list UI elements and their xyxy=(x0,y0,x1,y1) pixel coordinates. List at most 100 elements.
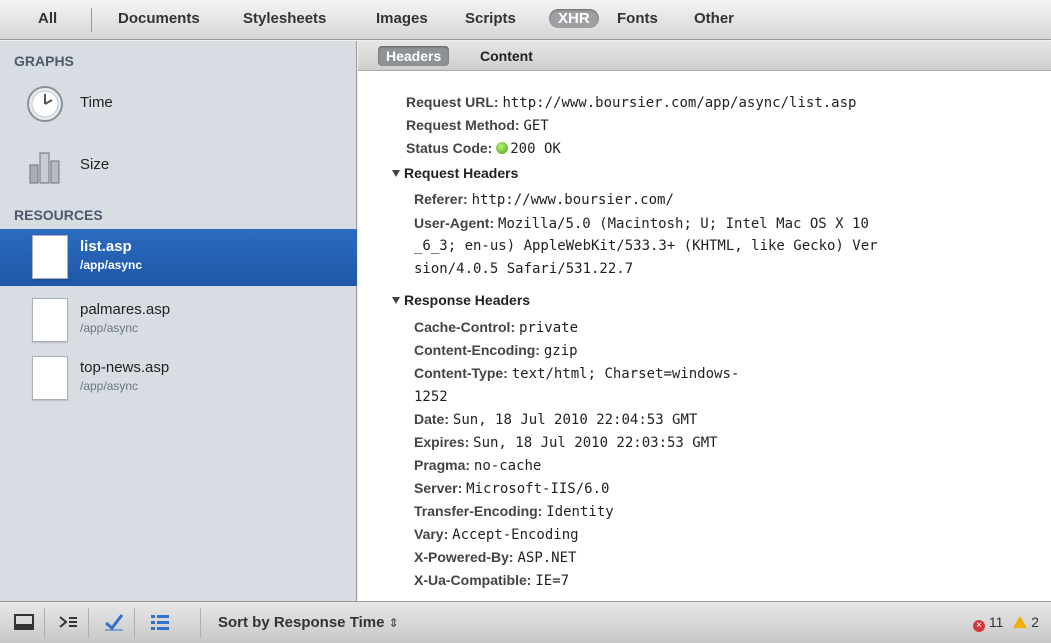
resource-detail-panel: Headers Content Request URL: http://www.… xyxy=(358,41,1051,601)
header-key: Vary: xyxy=(414,526,449,542)
document-icon xyxy=(32,356,68,400)
error-warning-counts[interactable]: × 11 2 xyxy=(972,614,1039,632)
resource-filter-bar: All Documents Stylesheets Images Scripts… xyxy=(0,0,1051,40)
statusbar-separator xyxy=(134,608,135,638)
request-headers-title: Request Headers xyxy=(404,165,519,181)
filter-fonts[interactable]: Fonts xyxy=(617,10,658,27)
disclosure-triangle-icon xyxy=(392,297,400,304)
response-header-row: Expires: Sun, 18 Jul 2010 22:03:53 GMT xyxy=(414,434,718,451)
header-value: private xyxy=(519,320,579,336)
request-url-key: Request URL: xyxy=(406,94,499,110)
filter-stylesheets[interactable]: Stylesheets xyxy=(243,10,326,27)
detail-tab-bar: Headers Content xyxy=(358,41,1051,71)
list-view-icon[interactable] xyxy=(150,613,170,631)
document-icon xyxy=(32,298,68,342)
response-header-row: Content-Type: text/html; Charset=windows… xyxy=(414,365,739,382)
header-value: Sun, 18 Jul 2010 22:03:53 GMT xyxy=(473,435,718,451)
sort-by-select[interactable]: Sort by Response Time ⇕ xyxy=(218,614,399,631)
referer-row: Referer: http://www.boursier.com/ xyxy=(414,191,674,208)
filter-images[interactable]: Images xyxy=(376,10,428,27)
disclosure-triangle-icon xyxy=(392,170,400,177)
header-value: Accept-Encoding xyxy=(452,527,579,543)
filter-all[interactable]: All xyxy=(38,10,57,27)
header-key: Cache-Control: xyxy=(414,319,516,335)
resource-name: list.asp xyxy=(80,238,132,255)
resource-path: /app/async xyxy=(80,379,139,393)
resource-item-list-asp[interactable]: list.asp /app/async xyxy=(0,229,357,286)
header-value: gzip xyxy=(543,343,578,359)
header-value: Sun, 18 Jul 2010 22:04:53 GMT xyxy=(452,412,698,428)
response-header-row: Transfer-Encoding: Identity xyxy=(414,503,614,520)
request-headers-toggle[interactable]: Request Headers xyxy=(392,165,518,181)
resource-name: palmares.asp xyxy=(80,301,171,318)
dock-to-window-icon[interactable] xyxy=(14,613,34,631)
tab-headers[interactable]: Headers xyxy=(378,46,450,66)
resource-item-palmares-asp[interactable]: palmares.asp /app/async xyxy=(0,292,357,349)
resource-path: /app/async xyxy=(80,321,139,335)
user-agent-value-line3: sion/4.0.5 Safari/531.22.7 xyxy=(414,261,634,277)
filter-xhr[interactable]: XHR xyxy=(549,9,599,28)
error-icon: × xyxy=(972,620,985,632)
graph-item-time[interactable]: Time xyxy=(26,79,326,129)
bottom-status-bar: Sort by Response Time ⇕ × 11 2 xyxy=(0,601,1051,643)
header-value: IE=7 xyxy=(535,573,570,589)
header-value: Microsoft-IIS/6.0 xyxy=(466,481,610,497)
error-count: 11 xyxy=(988,614,1004,630)
header-key: Expires: xyxy=(414,434,470,450)
statusbar-separator xyxy=(44,608,45,638)
size-bars-icon xyxy=(29,152,60,184)
user-agent-row: User-Agent: Mozilla/5.0 (Macintosh; U; I… xyxy=(414,215,869,232)
header-value: Identity xyxy=(546,504,614,520)
graph-item-size[interactable]: Size xyxy=(26,141,326,191)
user-agent-value-line2: _6_3; en-us) AppleWebKit/533.3+ (KHTML, … xyxy=(414,238,878,254)
filter-separator xyxy=(91,8,92,32)
response-header-row: Pragma: no-cache xyxy=(414,457,541,474)
response-header-row: X-Powered-By: ASP.NET xyxy=(414,549,576,566)
referer-value: http://www.boursier.com/ xyxy=(471,192,674,208)
header-key: Pragma: xyxy=(414,457,471,473)
response-header-row: Cache-Control: private xyxy=(414,319,578,336)
header-key: X-Ua-Compatible: xyxy=(414,572,532,588)
status-code-value: 200 OK xyxy=(510,141,561,157)
warning-icon xyxy=(1013,616,1028,628)
request-url-row: Request URL: http://www.boursier.com/app… xyxy=(406,94,856,111)
user-agent-value-line1: Mozilla/5.0 (Macintosh; U; Intel Mac OS … xyxy=(498,216,869,232)
response-header-row: X-Ua-Compatible: IE=7 xyxy=(414,572,569,589)
statusbar-separator xyxy=(200,608,201,638)
resource-item-top-news-asp[interactable]: top-news.asp /app/async xyxy=(0,350,357,407)
tab-content[interactable]: Content xyxy=(472,46,541,66)
header-key: Transfer-Encoding: xyxy=(414,503,543,519)
user-agent-key: User-Agent: xyxy=(414,215,495,231)
filter-documents[interactable]: Documents xyxy=(118,10,200,27)
header-key: Server: xyxy=(414,480,463,496)
status-code-row: Status Code: 200 OK xyxy=(406,140,561,157)
header-value: text/html; Charset=windows- xyxy=(511,366,740,382)
graph-label-time: Time xyxy=(80,94,113,111)
graphs-section-title: GRAPHS xyxy=(14,53,74,69)
resource-name: top-news.asp xyxy=(80,359,170,376)
response-headers-title: Response Headers xyxy=(404,292,531,308)
response-header-row: Server: Microsoft-IIS/6.0 xyxy=(414,480,609,497)
request-url-value: http://www.boursier.com/app/async/list.a… xyxy=(502,95,857,111)
filter-scripts[interactable]: Scripts xyxy=(465,10,516,27)
filter-other[interactable]: Other xyxy=(694,10,734,27)
resources-sidebar: GRAPHS Time Size RESOURCES list.asp /app… xyxy=(0,41,357,601)
checkmark-icon[interactable] xyxy=(104,613,124,631)
header-key: Date: xyxy=(414,411,450,427)
status-ok-icon xyxy=(496,142,509,154)
response-header-row: Date: Sun, 18 Jul 2010 22:04:53 GMT xyxy=(414,411,697,428)
statusbar-separator xyxy=(88,608,89,638)
header-key: Content-Type: xyxy=(414,365,508,381)
header-value: 1252 xyxy=(414,389,448,405)
request-method-value: GET xyxy=(523,118,549,134)
warning-count: 2 xyxy=(1031,614,1039,630)
console-icon[interactable] xyxy=(58,613,78,631)
header-value: ASP.NET xyxy=(517,550,577,566)
response-header-row: Content-Encoding: gzip xyxy=(414,342,578,359)
header-value: no-cache xyxy=(473,458,542,474)
request-method-key: Request Method: xyxy=(406,117,520,133)
response-headers-toggle[interactable]: Response Headers xyxy=(392,292,530,308)
resource-path: /app/async xyxy=(80,258,143,272)
status-code-key: Status Code: xyxy=(406,140,493,156)
clock-icon xyxy=(27,86,63,122)
